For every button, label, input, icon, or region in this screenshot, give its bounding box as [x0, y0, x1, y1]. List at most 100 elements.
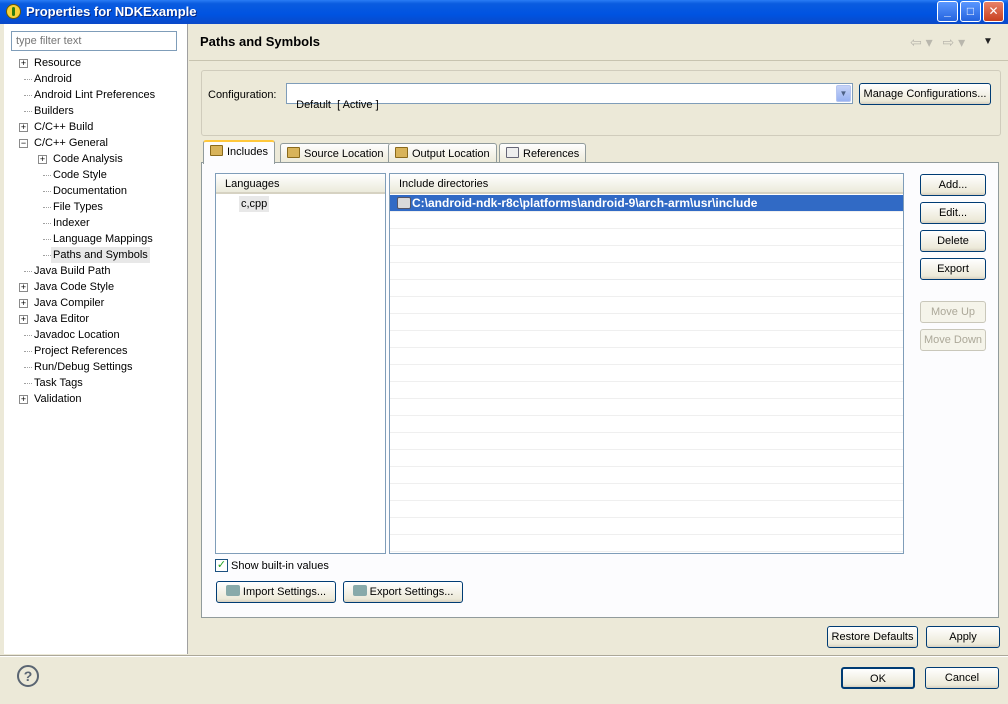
table-row[interactable]	[390, 382, 903, 399]
table-row[interactable]: C:\android-ndk-r8c\platforms\android-9\a…	[390, 195, 903, 212]
help-icon[interactable]: ?	[17, 665, 39, 687]
languages-header[interactable]: Languages	[216, 174, 385, 194]
tree-item-label: Validation	[34, 393, 82, 405]
table-row[interactable]	[390, 535, 903, 552]
expand-icon[interactable]: +	[38, 155, 47, 164]
references-icon	[506, 147, 519, 158]
preference-tree-pane: + Resource Android Android Lint Preferences…	[4, 24, 188, 654]
table-row[interactable]	[390, 416, 903, 433]
tree-item-label: Task Tags	[34, 377, 83, 389]
include-folder-icon	[397, 197, 411, 209]
tree-item[interactable]: Task Tags	[4, 375, 188, 391]
tree-item[interactable]: Paths and Symbols	[4, 247, 188, 263]
expand-icon[interactable]: +	[19, 59, 28, 68]
expand-icon[interactable]: +	[19, 283, 28, 292]
chevron-down-icon[interactable]: ▼	[836, 85, 851, 102]
languages-list[interactable]: Languages c,cpp	[215, 173, 386, 554]
cancel-button[interactable]: Cancel	[925, 667, 999, 689]
export-settings-button[interactable]: Export Settings...	[343, 581, 463, 603]
table-row[interactable]	[390, 212, 903, 229]
filter-input[interactable]	[11, 31, 177, 51]
table-row[interactable]	[390, 450, 903, 467]
show-builtin-label: Show built-in values	[231, 560, 329, 572]
tree-item[interactable]: + Validation	[4, 391, 188, 407]
table-row[interactable]	[390, 331, 903, 348]
tree-item[interactable]: Language Mappings	[4, 231, 188, 247]
expand-icon[interactable]: +	[19, 395, 28, 404]
tree-item[interactable]: + Java Editor	[4, 311, 188, 327]
table-row[interactable]	[390, 433, 903, 450]
move-up-button[interactable]: Move Up	[920, 301, 986, 323]
import-settings-button[interactable]: Import Settings...	[216, 581, 336, 603]
close-button[interactable]: ✕	[983, 1, 1004, 22]
tree-item[interactable]: + C/C++ Build	[4, 119, 188, 135]
collapse-icon[interactable]: −	[19, 139, 28, 148]
table-row[interactable]	[390, 399, 903, 416]
table-row[interactable]	[390, 314, 903, 331]
include-directories-header[interactable]: Include directories	[390, 174, 903, 194]
table-row[interactable]	[390, 365, 903, 382]
tree-item[interactable]: Run/Debug Settings	[4, 359, 188, 375]
table-row[interactable]	[390, 467, 903, 484]
tree-item[interactable]: Documentation	[4, 183, 188, 199]
expand-icon[interactable]: +	[19, 315, 28, 324]
move-down-button[interactable]: Move Down	[920, 329, 986, 351]
add-button[interactable]: Add...	[920, 174, 986, 196]
expand-icon[interactable]: +	[19, 299, 28, 308]
view-menu-icon[interactable]: ▼	[983, 36, 993, 47]
tree-item-label: C/C++ Build	[34, 121, 94, 133]
tree-item[interactable]: + Resource	[4, 55, 188, 71]
minimize-button[interactable]: _	[937, 1, 958, 22]
back-arrow-icon[interactable]: ⇦ ▾	[910, 34, 933, 50]
tree-item[interactable]: Java Build Path	[4, 263, 188, 279]
include-rows: C:\android-ndk-r8c\platforms\android-9\a…	[390, 195, 903, 552]
restore-defaults-button[interactable]: Restore Defaults	[827, 626, 918, 648]
table-row[interactable]	[390, 501, 903, 518]
tree-item-label: Documentation	[53, 185, 127, 197]
table-row[interactable]	[390, 229, 903, 246]
maximize-button[interactable]: □	[960, 1, 981, 22]
tab-includes[interactable]: Includes	[203, 140, 275, 164]
table-row[interactable]	[390, 297, 903, 314]
tree-connector	[43, 175, 51, 176]
configuration-select[interactable]: Default [ Active ] ▼	[286, 83, 853, 111]
table-row[interactable]	[390, 348, 903, 365]
apply-button[interactable]: Apply	[926, 626, 1000, 648]
list-item[interactable]: c,cpp	[239, 196, 270, 212]
tree-item[interactable]: + Code Analysis	[4, 151, 188, 167]
tree-item[interactable]: Project References	[4, 343, 188, 359]
tree-connector	[24, 95, 32, 96]
tree-item[interactable]: Android Lint Preferences	[4, 87, 188, 103]
tab-source-location[interactable]: Source Location	[280, 143, 391, 163]
folder-icon	[287, 147, 300, 158]
export-button[interactable]: Export	[920, 258, 986, 280]
include-path: C:\android-ndk-r8c\platforms\android-9\a…	[412, 196, 758, 210]
tree-item[interactable]: Indexer	[4, 215, 188, 231]
table-row[interactable]	[390, 246, 903, 263]
include-directories-table[interactable]: Include directories C:\android-ndk-r8c\p…	[389, 173, 904, 554]
expand-icon[interactable]: +	[19, 123, 28, 132]
table-row[interactable]	[390, 280, 903, 297]
ok-button[interactable]: OK	[841, 667, 915, 689]
table-row[interactable]	[390, 263, 903, 280]
tree-connector	[43, 207, 51, 208]
tree-item[interactable]: − C/C++ General	[4, 135, 188, 151]
tab-references[interactable]: References	[499, 143, 587, 163]
tree-item[interactable]: Code Style	[4, 167, 188, 183]
tree-item-label: Resource	[34, 57, 82, 69]
show-builtin-checkbox[interactable]: ✓	[215, 559, 228, 572]
tree-item[interactable]: + Java Code Style	[4, 279, 188, 295]
forward-arrow-icon[interactable]: ⇨ ▾	[943, 34, 966, 50]
tree-item[interactable]: Builders	[4, 103, 188, 119]
table-row[interactable]	[390, 484, 903, 501]
tree-item[interactable]: Javadoc Location	[4, 327, 188, 343]
tab-output-location[interactable]: Output Location	[388, 143, 497, 163]
tree-item-label: Language Mappings	[53, 233, 153, 245]
tree-item[interactable]: Android	[4, 71, 188, 87]
manage-configurations-button[interactable]: Manage Configurations...	[859, 83, 991, 105]
delete-button[interactable]: Delete	[920, 230, 986, 252]
table-row[interactable]	[390, 518, 903, 535]
edit-button[interactable]: Edit...	[920, 202, 986, 224]
tree-item[interactable]: File Types	[4, 199, 188, 215]
tree-item[interactable]: + Java Compiler	[4, 295, 188, 311]
